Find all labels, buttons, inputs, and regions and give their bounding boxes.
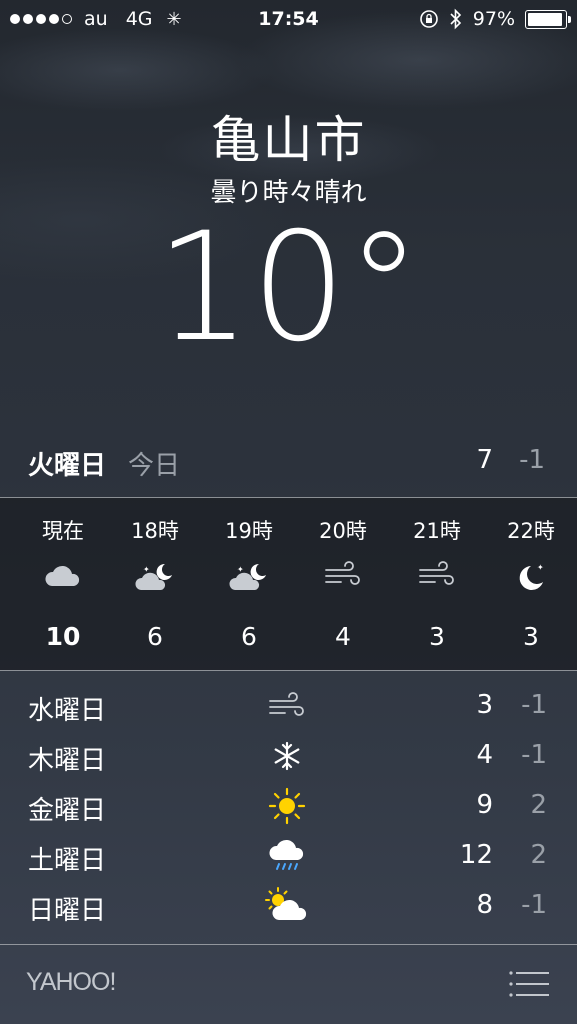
hour-temp: 4 (335, 622, 351, 651)
wind-icon (392, 560, 482, 596)
battery-percent: 97% (472, 8, 515, 30)
today-day: 火曜日 (28, 451, 107, 481)
status-right: 97% (419, 8, 571, 30)
moon-icon: ✦ (486, 560, 576, 596)
sun-cloud-icon (262, 886, 312, 926)
current-temperature: 10° (155, 201, 422, 375)
hour-temp: 3 (429, 622, 445, 651)
day-low: -1 (521, 690, 547, 720)
battery-icon (525, 9, 571, 29)
today-summary: 火曜日 今日 7 -1 (0, 445, 577, 485)
hour-label: 現在 (42, 519, 84, 543)
city-list-icon[interactable] (509, 970, 549, 1002)
moon-cloud-icon: ✦ (110, 560, 200, 596)
wind-icon (298, 560, 388, 596)
day-name: 水曜日 (28, 696, 107, 726)
divider (0, 944, 577, 945)
city-name: 亀山市 (210, 111, 367, 169)
status-bar: au 4G ✳ 17:54 97% (0, 0, 577, 40)
day-name: 木曜日 (28, 746, 107, 776)
day-high: 8 (476, 890, 493, 920)
today-label: 今日 (128, 451, 181, 481)
day-name: 土曜日 (28, 846, 107, 876)
hour-label: 22時 (507, 519, 555, 543)
day-high: 9 (476, 790, 493, 820)
svg-text:✦: ✦ (237, 565, 244, 574)
day-low: -1 (521, 740, 547, 770)
daily-row: 日曜日 8 -1 (0, 886, 577, 932)
hour-temp: 6 (241, 622, 257, 651)
snowflake-icon (262, 736, 312, 776)
day-name: 金曜日 (28, 796, 107, 826)
hour-label: 19時 (225, 519, 273, 543)
cloud-icon (18, 560, 108, 596)
svg-text:✦: ✦ (537, 563, 544, 572)
hour-temp: 6 (147, 622, 163, 651)
hourly-forecast[interactable]: 現在 10 18時 ✦ 6 19時 ✦ 6 20時 4 21時 3 22時 ✦ … (0, 498, 577, 670)
sun-icon (262, 786, 312, 826)
today-low: -1 (519, 445, 545, 475)
moon-cloud-icon: ✦ (204, 560, 294, 596)
day-high: 3 (476, 690, 493, 720)
day-low: -1 (521, 890, 547, 920)
day-low: 2 (530, 790, 547, 820)
bluetooth-icon (450, 8, 461, 30)
orientation-lock-icon (419, 10, 438, 28)
hour-temp: 10 (45, 622, 81, 651)
daily-row: 金曜日 9 2 (0, 786, 577, 832)
hour-label: 18時 (131, 519, 179, 543)
day-low: 2 (530, 840, 547, 870)
daily-row: 木曜日 4 -1 (0, 736, 577, 782)
daily-row: 土曜日 12 2 (0, 836, 577, 882)
hour-label: 20時 (319, 519, 367, 543)
hour-temp: 3 (523, 622, 539, 651)
rain-cloud-icon (262, 836, 312, 876)
yahoo-logo[interactable]: YAHOO! (26, 968, 116, 997)
today-high: 7 (476, 445, 493, 475)
hour-label: 21時 (413, 519, 461, 543)
day-high: 4 (476, 740, 493, 770)
wind-icon (262, 686, 312, 726)
day-name: 日曜日 (28, 896, 107, 926)
daily-row: 水曜日 3 -1 (0, 686, 577, 732)
svg-text:✦: ✦ (143, 565, 150, 574)
divider (0, 670, 577, 671)
day-high: 12 (459, 840, 493, 870)
